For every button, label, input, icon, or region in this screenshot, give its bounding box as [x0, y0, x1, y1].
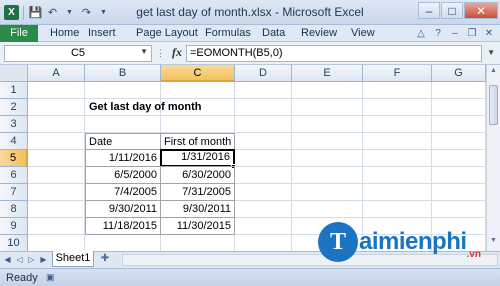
last-sheet-icon[interactable]: ▶ — [38, 254, 49, 266]
table-cell-date[interactable]: 7/4/2005 — [85, 183, 161, 201]
table-cell-result[interactable]: 7/31/2005 — [160, 183, 235, 201]
table-cell-result[interactable]: 9/30/2011 — [160, 200, 235, 218]
expand-formula-bar-icon[interactable]: ▼ — [487, 48, 495, 57]
vertical-scrollbar[interactable]: ▲ ▼ — [486, 65, 500, 251]
name-box-value: C5 — [70, 47, 86, 59]
tab-sheet1[interactable]: Sheet1 — [52, 251, 94, 267]
watermark: T aimienphi .vn — [318, 212, 481, 272]
tab-insert[interactable]: Insert — [88, 25, 116, 42]
scroll-down-icon[interactable]: ▼ — [487, 237, 500, 249]
table-header-date[interactable]: Date — [85, 133, 161, 150]
watermark-tld: .vn — [466, 249, 481, 260]
table-cell-date[interactable]: 11/18/2015 — [85, 217, 161, 235]
row-header[interactable]: 10 — [0, 235, 28, 251]
formula-input[interactable]: =EOMONTH(B5,0) — [186, 45, 482, 62]
first-sheet-icon[interactable]: ◀ — [2, 254, 13, 266]
column-header[interactable]: E — [292, 65, 363, 82]
row-header[interactable]: 8 — [0, 201, 28, 218]
close-button[interactable]: ✕ — [464, 2, 498, 19]
tab-view[interactable]: View — [351, 25, 375, 42]
table-cell-result[interactable]: 6/30/2000 — [160, 166, 235, 184]
tab-formulas[interactable]: Formulas — [205, 25, 251, 42]
table-header-first-of-month[interactable]: First of month — [160, 133, 235, 150]
column-header-selected[interactable]: C — [161, 65, 235, 82]
column-header[interactable]: A — [28, 65, 85, 82]
tab-page-layout[interactable]: Page Layout — [136, 25, 198, 42]
tab-review[interactable]: Review — [301, 25, 337, 42]
select-all-corner[interactable] — [0, 65, 28, 82]
chevron-down-icon[interactable]: ▼ — [140, 47, 148, 56]
window-controls: – □ ✕ — [418, 2, 498, 19]
tab-home[interactable]: Home — [50, 25, 79, 42]
workbook-restore-icon[interactable]: ❐ — [465, 26, 479, 40]
workbook-minimize-icon[interactable]: – — [448, 26, 462, 40]
ribbon-collapse-icon[interactable]: △ — [414, 26, 428, 40]
row-header[interactable]: 7 — [0, 184, 28, 201]
watermark-logo: T — [318, 222, 358, 262]
table-cell-date[interactable]: 9/30/2011 — [85, 200, 161, 218]
tab-file[interactable]: File — [0, 25, 38, 42]
workbook-close-icon[interactable]: ✕ — [482, 26, 496, 40]
tab-data[interactable]: Data — [262, 25, 285, 42]
formula-bar-grip-icon[interactable]: ⋮ — [156, 45, 172, 62]
watermark-text: aimienphi — [359, 228, 467, 255]
column-header[interactable]: F — [363, 65, 432, 82]
active-cell[interactable]: 1/31/2016 — [160, 149, 235, 167]
table-cell-date[interactable]: 6/5/2000 — [85, 166, 161, 184]
sheet-heading[interactable]: Get last day of month — [86, 99, 286, 116]
row-header[interactable]: 9 — [0, 218, 28, 235]
macro-record-icon[interactable]: ▣ — [46, 272, 60, 284]
prev-sheet-icon[interactable]: ◁ — [14, 254, 25, 266]
status-mode: Ready — [6, 272, 38, 284]
ribbon-controls: △ ? – ❐ ✕ — [414, 26, 496, 40]
row-header[interactable]: 1 — [0, 82, 28, 99]
column-header[interactable]: D — [235, 65, 292, 82]
minimize-button[interactable]: – — [418, 2, 440, 19]
row-header[interactable]: 3 — [0, 116, 28, 133]
help-icon[interactable]: ? — [431, 26, 445, 40]
column-header[interactable]: G — [432, 65, 486, 82]
insert-sheet-icon[interactable]: ✚ — [97, 253, 113, 266]
maximize-button[interactable]: □ — [441, 2, 463, 19]
row-header[interactable]: 6 — [0, 167, 28, 184]
row-header-selected[interactable]: 5 — [0, 150, 28, 167]
row-header[interactable]: 4 — [0, 133, 28, 150]
column-header[interactable]: B — [85, 65, 161, 82]
formula-bar: C5 ▼ ⋮ fx =EOMONTH(B5,0) ▼ — [0, 42, 500, 65]
name-box[interactable]: C5 ▼ — [4, 45, 152, 62]
scrollbar-thumb[interactable] — [489, 85, 498, 125]
ribbon-tabs: File Home Insert Page Layout Formulas Da… — [0, 25, 500, 42]
scroll-up-icon[interactable]: ▲ — [487, 67, 500, 79]
row-header[interactable]: 2 — [0, 99, 28, 116]
insert-function-icon[interactable]: fx — [172, 45, 186, 62]
next-sheet-icon[interactable]: ▷ — [26, 254, 37, 266]
sheet-navigation: ◀ ◁ ▷ ▶ — [2, 254, 49, 266]
table-cell-date[interactable]: 1/11/2016 — [85, 149, 161, 167]
table-cell-result[interactable]: 11/30/2015 — [160, 217, 235, 235]
title-bar: X 💾 ↶ ▼ ↷ ▼ get last day of month.xlsx -… — [0, 0, 500, 25]
